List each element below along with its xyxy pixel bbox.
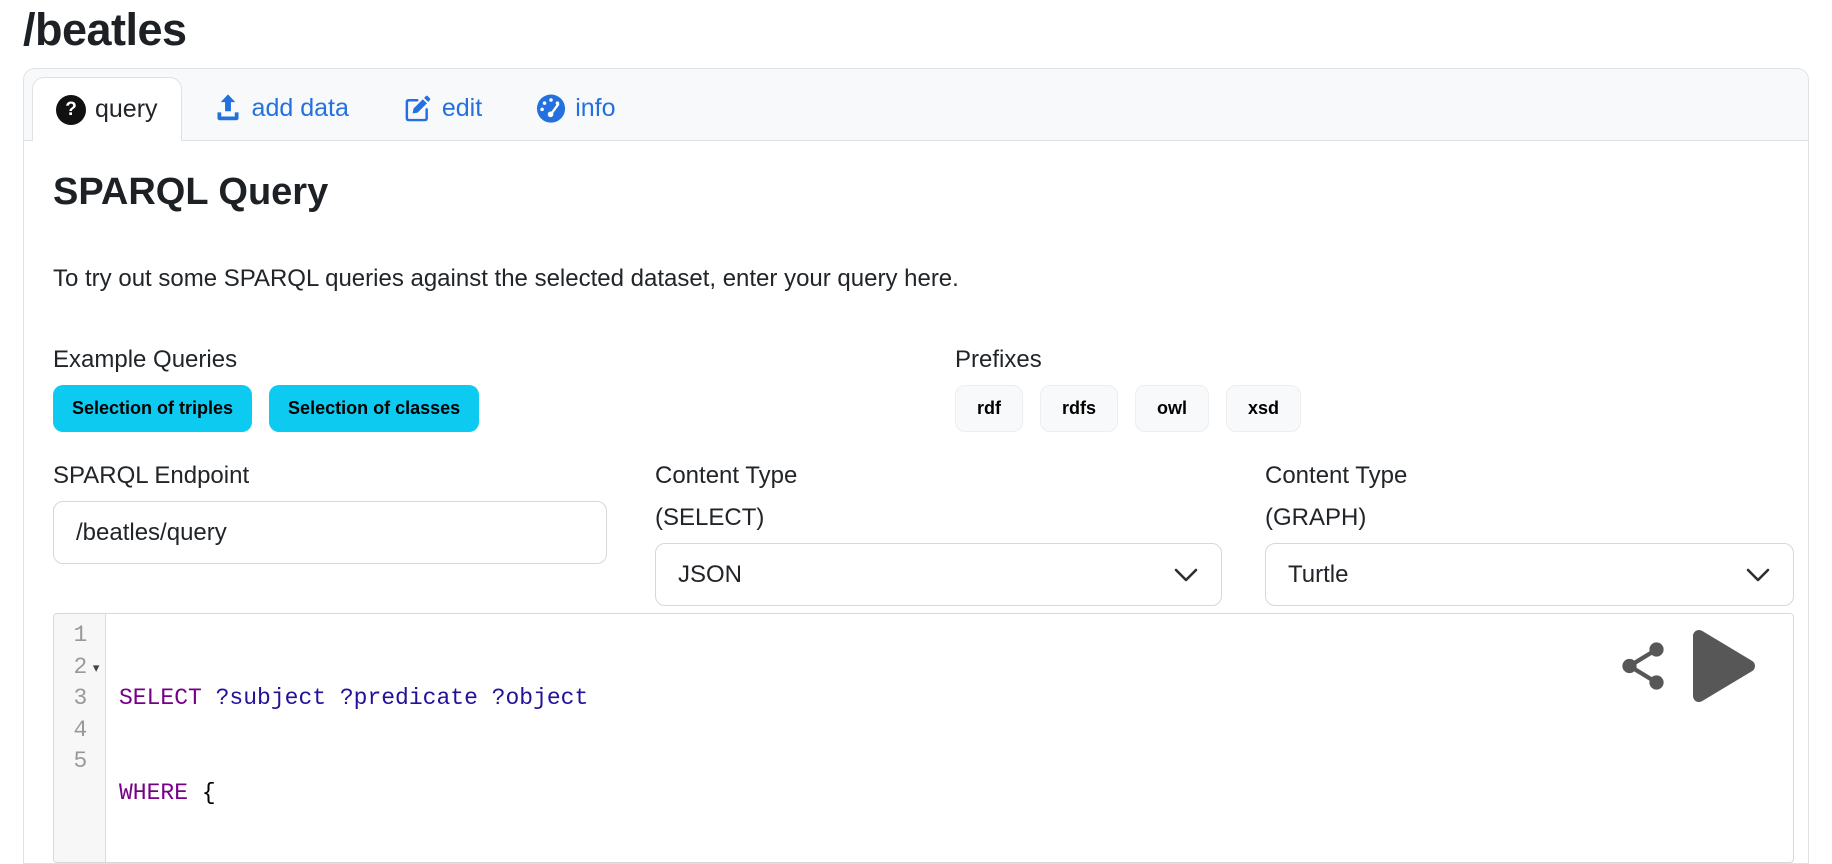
content-type-select-value: JSON (678, 561, 742, 589)
play-icon (1689, 627, 1757, 705)
sparql-endpoint-label: SPARQL Endpoint (53, 455, 607, 497)
pen-square-icon (403, 93, 433, 123)
upload-icon (213, 93, 243, 123)
tachometer-icon (536, 93, 566, 123)
example-queries-label: Example Queries (53, 339, 955, 381)
content-type-select-dropdown[interactable]: JSON (655, 543, 1222, 606)
selection-of-triples-button[interactable]: Selection of triples (53, 385, 252, 432)
prefix-xsd-button[interactable]: xsd (1226, 385, 1301, 432)
content-type-select-sublabel: (SELECT) (655, 497, 1222, 539)
question-circle-icon: ? (56, 95, 86, 125)
selection-of-classes-button[interactable]: Selection of classes (269, 385, 479, 432)
tab-edit-label: edit (442, 94, 482, 123)
tab-info[interactable]: info (513, 76, 638, 140)
code-line: SELECT ?subject ?predicate ?object (119, 683, 588, 715)
editor-actions (1621, 628, 1757, 704)
prefix-rdf-button[interactable]: rdf (955, 385, 1023, 432)
editor-gutter: 1 2 ▾ 3 4 5 (54, 614, 106, 862)
sparql-endpoint-input[interactable] (53, 501, 607, 564)
query-page: /beatles ? query add data edit (0, 0, 1832, 864)
example-queries-section: Example Queries Selection of triples Sel… (53, 339, 955, 432)
prefix-owl-button[interactable]: owl (1135, 385, 1209, 432)
prefixes-label: Prefixes (955, 339, 1794, 381)
code-area[interactable]: SELECT ?subject ?predicate ?object WHERE… (106, 614, 588, 862)
content-type-select-label: Content Type (655, 455, 1222, 497)
content-type-graph-label: Content Type (1265, 455, 1794, 497)
line-number: 4 (54, 715, 87, 747)
tab-query-label: query (95, 95, 158, 124)
tab-query[interactable]: ? query (32, 77, 182, 141)
sparql-query-heading: SPARQL Query (53, 169, 1794, 215)
chevron-down-icon (1745, 567, 1771, 583)
tab-bar: ? query add data edit (24, 69, 1808, 141)
fold-marker[interactable]: ▾ (87, 652, 105, 684)
query-tab-content: SPARQL Query To try out some SPARQL quer… (24, 141, 1808, 863)
content-type-graph-sublabel: (GRAPH) (1265, 497, 1794, 539)
line-number: 2 (54, 652, 87, 684)
share-nodes-icon (1621, 642, 1665, 690)
run-query-button[interactable] (1689, 627, 1757, 705)
tab-add-data-label: add data (252, 94, 349, 123)
prefixes-section: Prefixes rdf rdfs owl xsd (955, 339, 1794, 432)
query-description: To try out some SPARQL queries against t… (53, 263, 1794, 295)
content-type-graph-value: Turtle (1288, 561, 1348, 589)
tab-edit[interactable]: edit (380, 76, 505, 140)
dataset-panel: ? query add data edit (23, 68, 1809, 864)
line-number: 1 (54, 620, 87, 652)
content-type-graph-dropdown[interactable]: Turtle (1265, 543, 1794, 606)
code-line: WHERE { (119, 778, 588, 810)
page-title: /beatles (23, 4, 1809, 56)
content-type-select-section: Content Type (SELECT) JSON (655, 455, 1222, 606)
content-type-graph-section: Content Type (GRAPH) Turtle (1265, 455, 1794, 606)
sparql-code-editor[interactable]: 1 2 ▾ 3 4 5 (53, 613, 1794, 863)
prefix-rdfs-button[interactable]: rdfs (1040, 385, 1118, 432)
line-number: 5 (54, 746, 87, 778)
chevron-down-icon (1173, 567, 1199, 583)
line-number: 3 (54, 683, 87, 715)
tab-add-data[interactable]: add data (190, 76, 372, 140)
tab-info-label: info (575, 94, 615, 123)
share-query-button[interactable] (1621, 642, 1665, 690)
sparql-endpoint-section: SPARQL Endpoint (53, 455, 607, 606)
